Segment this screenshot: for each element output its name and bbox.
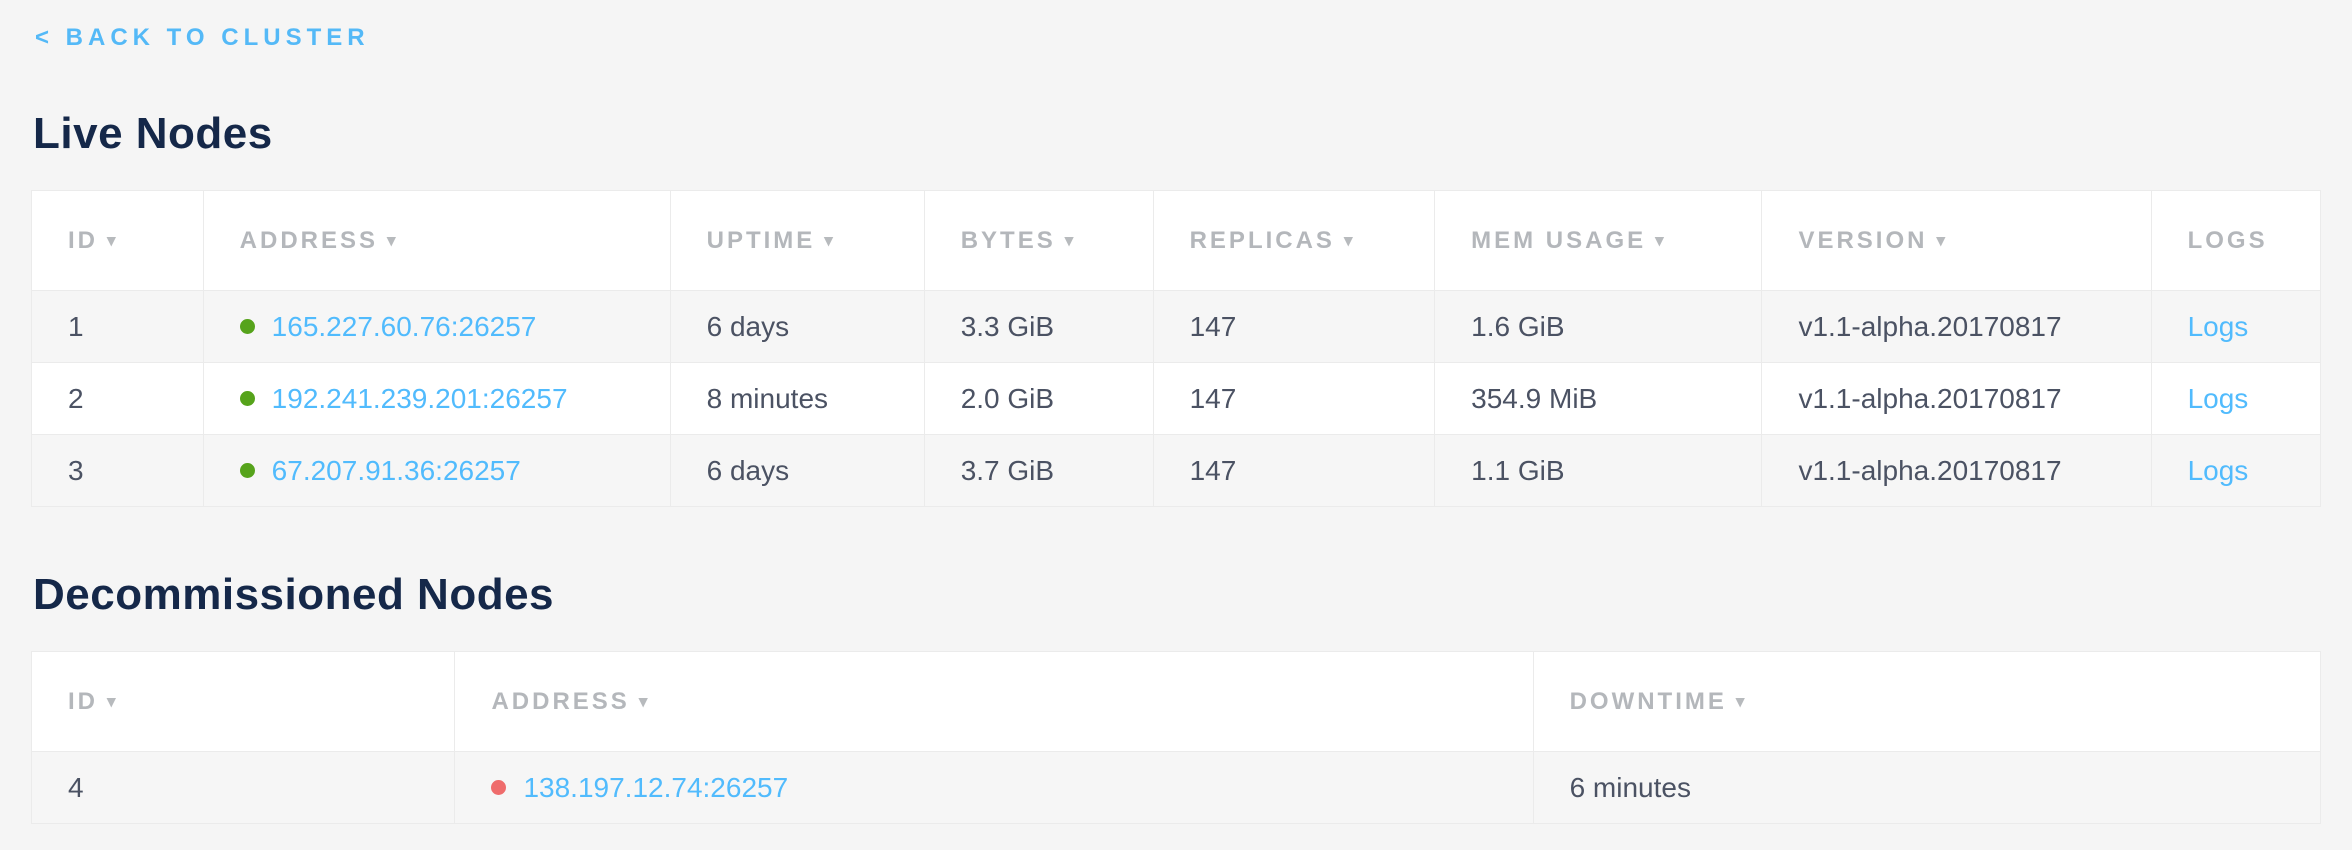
column-header-id[interactable]: ID ▾ [32, 652, 455, 752]
node-mem-usage: 1.6 GiB [1471, 311, 1564, 342]
header-row: ID ▾ ADDRESS ▾ UPTIME ▾ BYTES ▾ REPLICAS ▾ ME… [32, 191, 2321, 291]
column-label: MEM USAGE [1471, 227, 1646, 254]
column-label: ADDRESS [240, 227, 378, 254]
sort-arrow-icon: ▾ [387, 231, 399, 250]
node-dead-status-icon [491, 780, 506, 795]
sort-arrow-icon: ▾ [107, 692, 119, 711]
column-header-logs: LOGS [2151, 191, 2320, 291]
live-nodes-table-header: ID ▾ ADDRESS ▾ UPTIME ▾ BYTES ▾ REPLICAS ▾ ME… [32, 191, 2321, 291]
sort-arrow-icon: ▾ [1655, 231, 1667, 250]
back-to-cluster-link[interactable]: < BACK TO CLUSTER [35, 24, 370, 52]
table-row-node-2: 2 192.241.239.201:26257 8 minutes 2.0 Gi… [32, 363, 2321, 435]
column-header-downtime[interactable]: DOWNTIME ▾ [1533, 652, 2320, 752]
sort-arrow-icon: ▾ [1936, 231, 1948, 250]
live-nodes-table: ID ▾ ADDRESS ▾ UPTIME ▾ BYTES ▾ REPLICAS ▾ ME… [31, 190, 2321, 507]
column-header-bytes[interactable]: BYTES ▾ [924, 191, 1153, 291]
node-address-link[interactable]: 165.227.60.76:26257 [272, 311, 537, 342]
node-logs-link[interactable]: Logs [2188, 455, 2249, 486]
node-uptime: 6 days [707, 455, 790, 486]
node-replicas: 147 [1190, 455, 1237, 486]
column-header-version[interactable]: VERSION ▾ [1762, 191, 2151, 291]
column-header-address[interactable]: ADDRESS ▾ [203, 191, 670, 291]
column-label: DOWNTIME [1570, 688, 1727, 715]
column-header-mem-usage[interactable]: MEM USAGE ▾ [1435, 191, 1762, 291]
table-row-node-4: 4 138.197.12.74:26257 6 minutes [32, 752, 2321, 824]
node-bytes: 3.3 GiB [961, 311, 1054, 342]
node-mem-usage: 354.9 MiB [1471, 383, 1597, 414]
node-bytes: 2.0 GiB [961, 383, 1054, 414]
sort-arrow-icon: ▾ [1736, 692, 1748, 711]
decommissioned-nodes-table: ID ▾ ADDRESS ▾ DOWNTIME ▾ 4 138.197.12.74:2… [31, 651, 2321, 824]
node-id: 1 [68, 311, 84, 342]
node-mem-usage: 1.1 GiB [1471, 455, 1564, 486]
node-logs-link[interactable]: Logs [2188, 383, 2249, 414]
node-live-status-icon [240, 319, 255, 334]
column-label: UPTIME [707, 227, 816, 254]
sort-arrow-icon: ▾ [639, 692, 651, 711]
node-replicas: 147 [1190, 383, 1237, 414]
column-label: BYTES [961, 227, 1056, 254]
node-id: 3 [68, 455, 84, 486]
node-live-status-icon [240, 391, 255, 406]
decommissioned-nodes-table-body: 4 138.197.12.74:26257 6 minutes [32, 752, 2321, 824]
node-uptime: 6 days [707, 311, 790, 342]
live-nodes-table-body: 1 165.227.60.76:26257 6 days 3.3 GiB 147… [32, 291, 2321, 507]
sort-arrow-icon: ▾ [1344, 231, 1356, 250]
node-address-link[interactable]: 138.197.12.74:26257 [523, 772, 788, 803]
column-label: ID [68, 688, 98, 715]
column-header-uptime[interactable]: UPTIME ▾ [670, 191, 924, 291]
node-version: v1.1-alpha.20170817 [1798, 455, 2061, 486]
node-bytes: 3.7 GiB [961, 455, 1054, 486]
node-version: v1.1-alpha.20170817 [1798, 383, 2061, 414]
column-header-id[interactable]: ID ▾ [32, 191, 204, 291]
node-uptime: 8 minutes [707, 383, 828, 414]
column-label: ID [68, 227, 98, 254]
header-row: ID ▾ ADDRESS ▾ DOWNTIME ▾ [32, 652, 2321, 752]
node-logs-link[interactable]: Logs [2188, 311, 2249, 342]
node-address-link[interactable]: 67.207.91.36:26257 [272, 455, 521, 486]
column-header-replicas[interactable]: REPLICAS ▾ [1153, 191, 1435, 291]
sort-arrow-icon: ▾ [107, 231, 119, 250]
sort-arrow-icon: ▾ [1065, 231, 1077, 250]
column-header-address[interactable]: ADDRESS ▾ [455, 652, 1533, 752]
table-row-node-3: 3 67.207.91.36:26257 6 days 3.7 GiB 147 … [32, 435, 2321, 507]
nodes-page: < BACK TO CLUSTER Live Nodes ID ▾ ADDRESS… [0, 0, 2352, 824]
sort-arrow-icon: ▾ [824, 231, 836, 250]
decommissioned-nodes-title: Decommissioned Nodes [33, 569, 2321, 621]
node-downtime: 6 minutes [1570, 772, 1691, 803]
node-address-link[interactable]: 192.241.239.201:26257 [272, 383, 568, 414]
live-nodes-title: Live Nodes [33, 108, 2321, 160]
node-live-status-icon [240, 463, 255, 478]
node-version: v1.1-alpha.20170817 [1798, 311, 2061, 342]
decommissioned-nodes-table-header: ID ▾ ADDRESS ▾ DOWNTIME ▾ [32, 652, 2321, 752]
column-label: ADDRESS [491, 688, 629, 715]
column-label: LOGS [2188, 227, 2268, 254]
node-replicas: 147 [1190, 311, 1237, 342]
node-id: 4 [68, 772, 84, 803]
node-id: 2 [68, 383, 84, 414]
column-label: VERSION [1798, 227, 1927, 254]
column-label: REPLICAS [1190, 227, 1335, 254]
table-row-node-1: 1 165.227.60.76:26257 6 days 3.3 GiB 147… [32, 291, 2321, 363]
